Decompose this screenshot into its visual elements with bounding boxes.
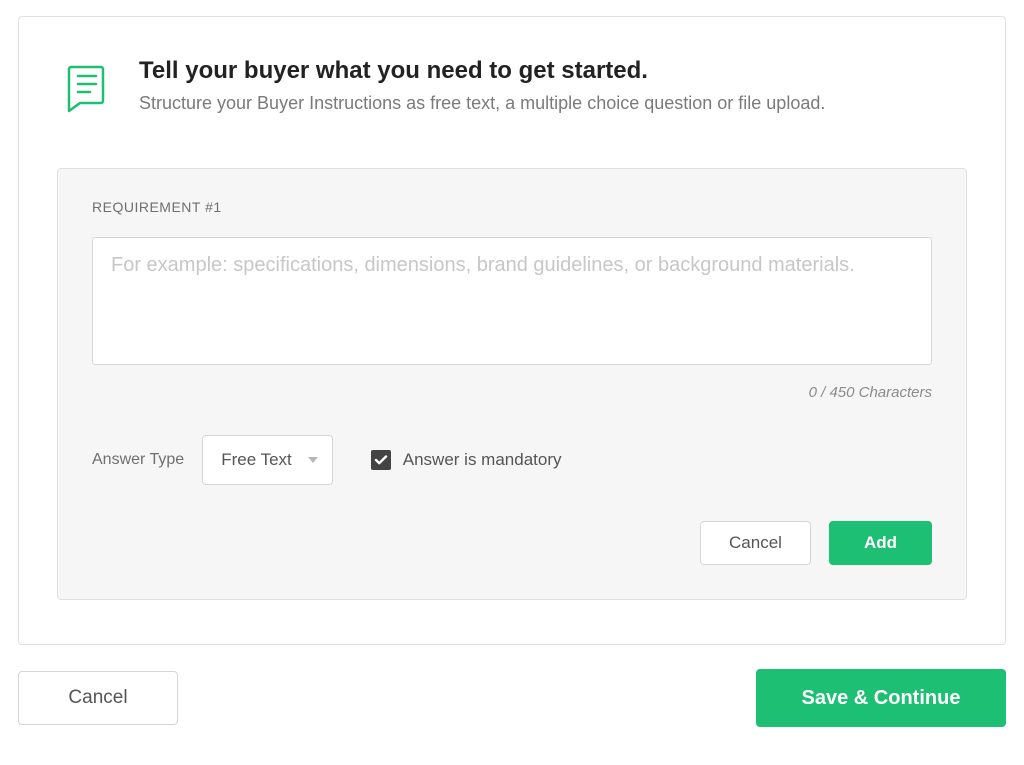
document-icon bbox=[57, 59, 115, 122]
chevron-down-icon bbox=[308, 457, 318, 463]
requirement-input[interactable] bbox=[92, 237, 932, 365]
requirement-card: REQUIREMENT #1 0 / 450 Characters Answer… bbox=[57, 168, 967, 600]
requirement-add-button[interactable]: Add bbox=[829, 521, 932, 565]
header-text: Tell your buyer what you need to get sta… bbox=[139, 57, 825, 114]
page-footer: Cancel Save & Continue bbox=[18, 669, 1006, 727]
requirement-cancel-button[interactable]: Cancel bbox=[700, 521, 811, 565]
mandatory-checkbox[interactable]: Answer is mandatory bbox=[371, 450, 562, 470]
answer-type-value: Free Text bbox=[221, 450, 292, 470]
cancel-button[interactable]: Cancel bbox=[18, 671, 178, 725]
requirement-label: REQUIREMENT #1 bbox=[92, 199, 932, 215]
answer-row: Answer Type Free Text Answer is mandator… bbox=[92, 435, 932, 485]
panel-subtitle: Structure your Buyer Instructions as fre… bbox=[139, 93, 825, 114]
answer-type-label: Answer Type bbox=[92, 451, 184, 469]
character-counter: 0 / 450 Characters bbox=[92, 384, 932, 401]
save-continue-button[interactable]: Save & Continue bbox=[756, 669, 1006, 727]
checkbox-checked-icon bbox=[371, 450, 391, 470]
requirements-panel: Tell your buyer what you need to get sta… bbox=[18, 16, 1006, 645]
answer-type-select[interactable]: Free Text bbox=[202, 435, 333, 485]
panel-header: Tell your buyer what you need to get sta… bbox=[57, 57, 967, 122]
mandatory-label: Answer is mandatory bbox=[403, 450, 562, 470]
requirement-footer: Cancel Add bbox=[92, 521, 932, 565]
panel-title: Tell your buyer what you need to get sta… bbox=[139, 57, 825, 85]
